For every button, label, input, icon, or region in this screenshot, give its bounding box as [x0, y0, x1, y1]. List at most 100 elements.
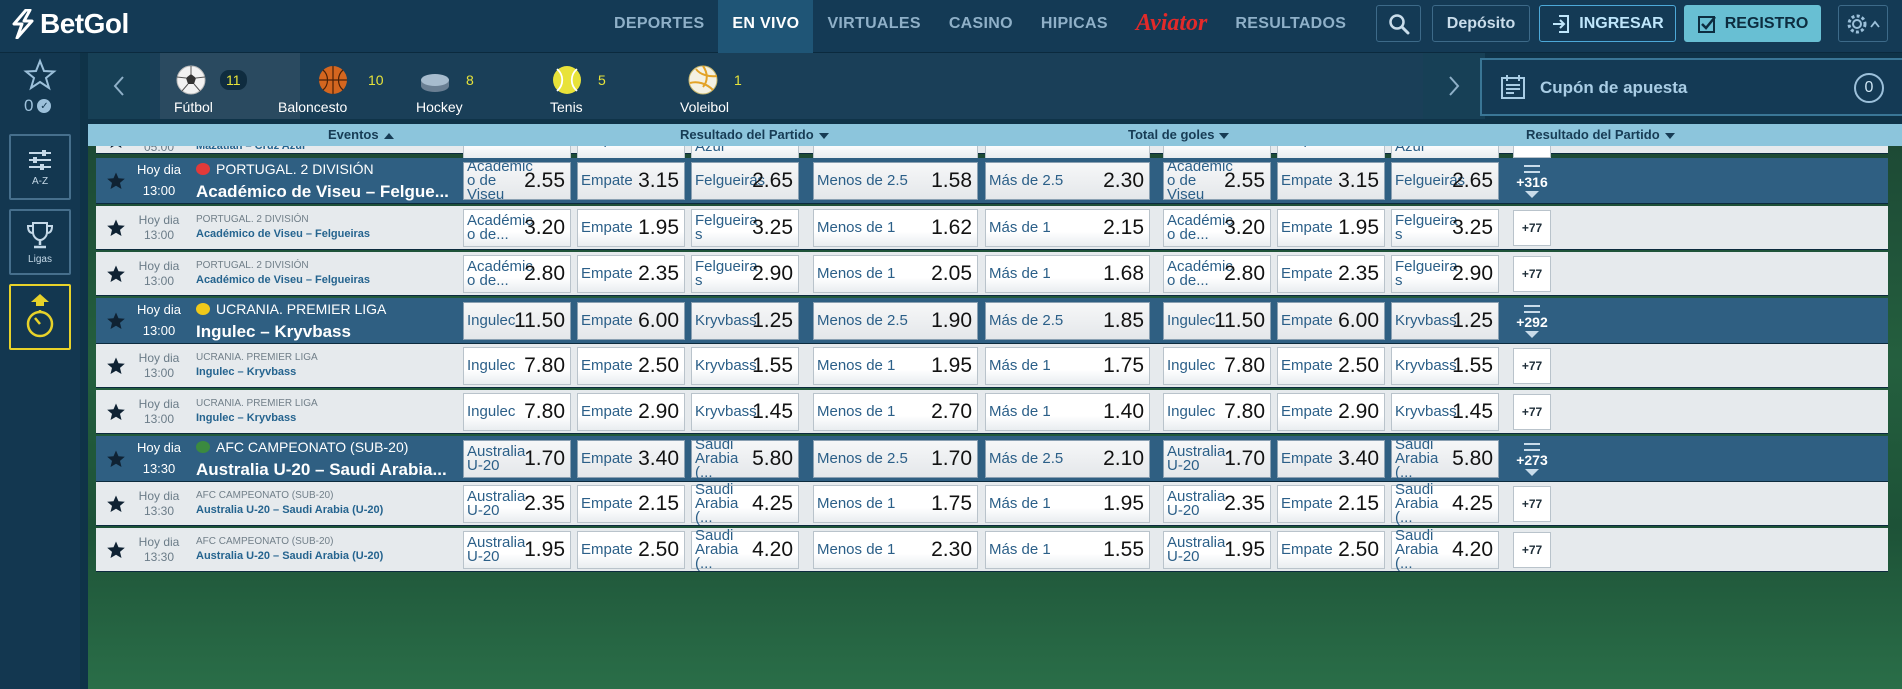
odd-button[interactable]: Saudi Arabia (... 4.25 [691, 482, 799, 525]
favorite-star-icon[interactable] [106, 356, 126, 376]
nav-resultados[interactable]: RESULTADOS [1221, 0, 1360, 53]
odd-button[interactable]: Kryvbass 1.55 [691, 347, 799, 385]
odd-button[interactable]: Empate 3.40 [1277, 440, 1385, 478]
bet-coupon-header[interactable]: Cupón de apuesta 0 [1480, 58, 1902, 116]
match-name[interactable]: Australia U-20 – Saudi Arabia (U-20) [196, 504, 383, 516]
sport-tenis[interactable]: Tenis 5 [538, 53, 678, 119]
az-sort-button[interactable]: A-Z [9, 134, 71, 200]
column-match-result-2[interactable]: Resultado del Partido [1526, 127, 1675, 142]
column-match-result[interactable]: Resultado del Partido [680, 127, 829, 142]
odd-button[interactable]: Australia U-20 1.70 [463, 440, 571, 478]
nav-deportes[interactable]: DEPORTES [600, 0, 718, 53]
nav-en-vivo[interactable]: EN VIVO [718, 0, 814, 53]
odd-button[interactable]: Kryvbass 1.45 [1391, 393, 1499, 431]
odd-button[interactable]: Más de 1 1.55 [985, 531, 1150, 569]
sport-voleibol[interactable]: Voleibol 1 [674, 53, 814, 119]
odd-button[interactable]: Kryvbass 1.55 [1391, 347, 1499, 385]
period-event-row[interactable]: Hoy dia 13:00 UCRANIA. PREMIER LIGA Ingulec… [96, 344, 1888, 388]
match-name[interactable]: Ingulec – Kryvbass [196, 412, 296, 424]
league-event-row[interactable]: Hoy dia 13:30 AFC CAMPEONATO (SUB-20) Austr… [96, 436, 1888, 482]
match-name[interactable]: Australia U-20 – Saudi Arabia (U-20) [196, 550, 383, 562]
odd-button[interactable]: Saudi Arabia (... 5.80 [1391, 437, 1499, 480]
favorite-star-icon[interactable] [106, 146, 126, 150]
odd-button[interactable]: Felgueira s 2.90 [1391, 255, 1499, 293]
odd-button[interactable]: Menos de 1 2.05 [813, 255, 978, 293]
favorite-star-icon[interactable] [106, 311, 126, 331]
odd-button[interactable]: Australia U-20 1.70 [1163, 440, 1271, 478]
odd-button[interactable]: Ingulec 11.50 [463, 302, 571, 340]
odd-button[interactable]: Académic o de... 2.80 [463, 255, 571, 293]
odd-button[interactable]: Académic o de Viseu 2.55 [463, 159, 571, 202]
odd-button[interactable]: Menos de 1 1.95 [813, 347, 978, 385]
favorite-star-icon[interactable] [106, 218, 126, 238]
sport-baloncesto[interactable]: Baloncesto 10 [278, 53, 418, 119]
favorite-star-icon[interactable] [106, 494, 126, 514]
odd-button[interactable]: Más de 1 1.68 [985, 255, 1150, 293]
period-event-row[interactable]: Hoy dia 13:00 UCRANIA. PREMIER LIGA Ingulec… [96, 390, 1888, 434]
odd-button[interactable]: Saudi Arabia (... 5.80 [691, 437, 799, 480]
more-markets-button[interactable]: +77 [1513, 210, 1551, 246]
odd-button[interactable]: Más de 2.5 2.10 [985, 440, 1150, 478]
match-name[interactable]: Mazatlan – Cruz Azul [196, 146, 305, 152]
odd-button[interactable]: Empate 1.95 [1277, 209, 1385, 247]
odd-button[interactable]: Kryvbass 1.45 [691, 393, 799, 431]
odd-button[interactable]: Más de 1 1.40 [985, 393, 1150, 431]
match-name[interactable]: Australia U-20 – Saudi Arabia... [196, 460, 447, 480]
period-event-row[interactable]: Hoy dia 13:30 AFC CAMPEONATO (SUB-20) Austr… [96, 482, 1888, 526]
more-markets-button[interactable]: +273 [1510, 436, 1554, 482]
odd-button[interactable]: Empate 2.50 [1277, 531, 1385, 569]
odd-button[interactable]: Más de 1 1.75 [985, 347, 1150, 385]
odd-button[interactable]: Empate 2.35 [577, 255, 685, 293]
odd-button[interactable]: Empate 2.50 [1277, 347, 1385, 385]
odd-button[interactable]: Más de 2.5 2.30 [985, 162, 1150, 200]
odd-button[interactable]: Más de 2.5 1.85 [985, 302, 1150, 340]
more-markets-button[interactable]: +77 [1513, 486, 1551, 522]
odd-button[interactable]: Australia U-20 2.35 [463, 485, 571, 523]
odd-button[interactable]: Saudi Arabia (... 4.20 [691, 528, 799, 571]
odd-button[interactable]: Menos de 1 2.70 [813, 393, 978, 431]
favorite-star-icon[interactable] [106, 402, 126, 422]
period-event-row[interactable]: Hoy dia 13:00 PORTUGAL. 2 DIVISIÓN Académic… [96, 206, 1888, 250]
odd-button[interactable]: Académic o de... 2.80 [1163, 255, 1271, 293]
match-name[interactable]: Ingulec – Kryvbass [196, 322, 351, 342]
more-markets-button[interactable]: +77 [1513, 256, 1551, 292]
odd-button[interactable]: Menos de 1 1.75 [813, 485, 978, 523]
more-markets-button[interactable]: +77 [1513, 532, 1551, 568]
more-markets-button[interactable]: +292 [1510, 298, 1554, 344]
odd-button[interactable]: Empate 1.95 [577, 209, 685, 247]
match-name[interactable]: Académico de Viseu – Felgue... [196, 182, 449, 202]
match-name[interactable]: Ingulec – Kryvbass [196, 366, 296, 378]
period-event-row[interactable]: Hoy dia 13:30 AFC CAMPEONATO (SUB-20) Austr… [96, 528, 1888, 572]
odd-button[interactable]: Menos de 2.5 1.70 [813, 440, 978, 478]
odd-button[interactable]: Más de 1 1.95 [985, 485, 1150, 523]
favorite-star-icon[interactable] [106, 540, 126, 560]
odd-button[interactable]: Académic o de... 3.20 [463, 209, 571, 247]
odd-button[interactable]: Empate 2.35 [1277, 255, 1385, 293]
odd-button[interactable]: Menos de 2.5 1.58 [813, 162, 978, 200]
odd-button[interactable]: Australia U-20 2.35 [1163, 485, 1271, 523]
odd-button[interactable]: Ingulec 7.80 [463, 347, 571, 385]
odd-button[interactable]: Ingulec 7.80 [1163, 393, 1271, 431]
register-button[interactable]: REGISTRO [1684, 5, 1821, 42]
more-markets-button[interactable]: +77 [1513, 348, 1551, 384]
odd-button[interactable]: Empate 2.50 [577, 347, 685, 385]
search-button[interactable] [1376, 5, 1421, 42]
odd-button[interactable]: Felgueira s 3.25 [691, 209, 799, 247]
more-markets-button[interactable]: +77 [1513, 394, 1551, 430]
nav-aviator[interactable]: Aviator [1122, 0, 1222, 53]
odd-button[interactable]: Empate 6.00 [1277, 302, 1385, 340]
odd-button[interactable]: Más de 1 2.15 [985, 209, 1150, 247]
sports-prev-button[interactable] [88, 53, 150, 119]
favorite-star-icon[interactable] [106, 449, 126, 469]
odd-button[interactable]: Australia U-20 1.95 [1163, 531, 1271, 569]
favorite-star-icon[interactable] [106, 171, 126, 191]
odd-button[interactable]: Empate 2.50 [577, 531, 685, 569]
login-button[interactable]: INGRESAR [1539, 5, 1676, 42]
favorites-star-icon[interactable] [23, 58, 57, 92]
settings-button[interactable] [1838, 5, 1888, 42]
more-markets-button[interactable]: +77 [1513, 146, 1551, 158]
odd-button[interactable]: Académic o de... 3.20 [1163, 209, 1271, 247]
league-event-row[interactable]: Hoy dia 13:00 PORTUGAL. 2 DIVISIÓN Académic… [96, 158, 1888, 204]
odd-button[interactable]: Kryvbass 1.25 [691, 302, 799, 340]
odd-button[interactable]: Empate 3.15 [1277, 162, 1385, 200]
